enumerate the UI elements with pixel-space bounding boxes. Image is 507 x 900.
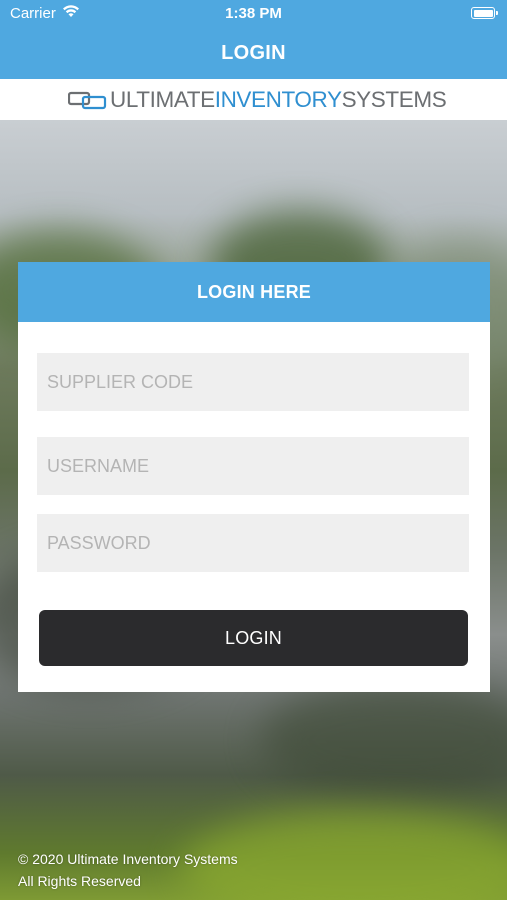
brand-name-part-1: ULTIMATE — [110, 87, 215, 112]
brand-name-part-2: INVENTORY — [214, 87, 342, 112]
login-card: LOGIN HERE LOGIN — [18, 262, 490, 692]
login-button[interactable]: LOGIN — [39, 610, 468, 666]
battery-icon — [471, 7, 498, 19]
brand-name-part-3: SYSTEMS — [341, 87, 447, 112]
copyright-text: © 2020 Ultimate Inventory Systems — [18, 851, 238, 867]
navigation-bar: LOGIN — [0, 28, 507, 79]
chain-link-icon — [68, 91, 107, 110]
username-input[interactable] — [37, 437, 469, 495]
rights-text: All Rights Reserved — [18, 873, 141, 889]
logo-bar: ULTIMATEINVENTORYSYSTEMS — [0, 79, 507, 120]
footer: © 2020 Ultimate Inventory Systems All Ri… — [18, 848, 238, 892]
brand-name: ULTIMATEINVENTORYSYSTEMS — [110, 87, 447, 113]
brand-logo: ULTIMATEINVENTORYSYSTEMS — [68, 87, 447, 113]
page-title: LOGIN — [221, 42, 286, 64]
supplier-code-input[interactable] — [37, 353, 469, 411]
password-input[interactable] — [37, 514, 469, 572]
login-card-header: LOGIN HERE — [18, 262, 490, 322]
status-time: 1:38 PM — [225, 5, 282, 22]
status-bar: Carrier 1:38 PM — [0, 0, 507, 28]
